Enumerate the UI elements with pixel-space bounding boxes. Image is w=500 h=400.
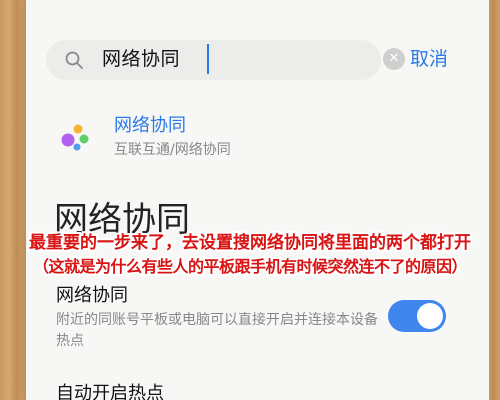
- search-icon: [65, 51, 83, 69]
- search-result-title: 网络协同: [114, 115, 186, 136]
- clear-icon[interactable]: ✕: [383, 48, 405, 70]
- search-query-text[interactable]: 网络协同: [102, 46, 180, 72]
- setting-auto-hotspot[interactable]: 自动开启热点: [26, 376, 489, 400]
- settings-screen: 网络协同 ✕ 取消 网络协同 互联互通/网络协同 网络协同 网络协同 附近的同账…: [26, 0, 489, 400]
- text-cursor: [207, 44, 209, 74]
- overlay-caption-line-1: 最重要的一步来了，去设置搜网络协同将里面的两个都打开: [29, 233, 471, 253]
- cancel-button[interactable]: 取消: [410, 46, 448, 72]
- setting-label: 自动开启热点: [56, 383, 164, 400]
- network-collab-toggle[interactable]: [388, 300, 446, 332]
- search-result-path: 互联互通/网络协同: [114, 142, 231, 158]
- search-result-item[interactable]: 网络协同 互联互通/网络协同: [26, 104, 489, 164]
- setting-network-collab[interactable]: 网络协同 附近的同账号平板或电脑可以直接开启并连接本设备热点: [26, 278, 489, 350]
- toggle-knob: [417, 303, 443, 329]
- search-input[interactable]: [46, 40, 381, 80]
- setting-description: 附近的同账号平板或电脑可以直接开启并连接本设备热点: [56, 312, 378, 349]
- overlay-caption-line-2: （这就是为什么有些人的平板跟手机有时候突然连不了的原因）: [32, 257, 468, 276]
- setting-label: 网络协同: [56, 285, 128, 306]
- multi-color-dots-icon: [61, 124, 89, 151]
